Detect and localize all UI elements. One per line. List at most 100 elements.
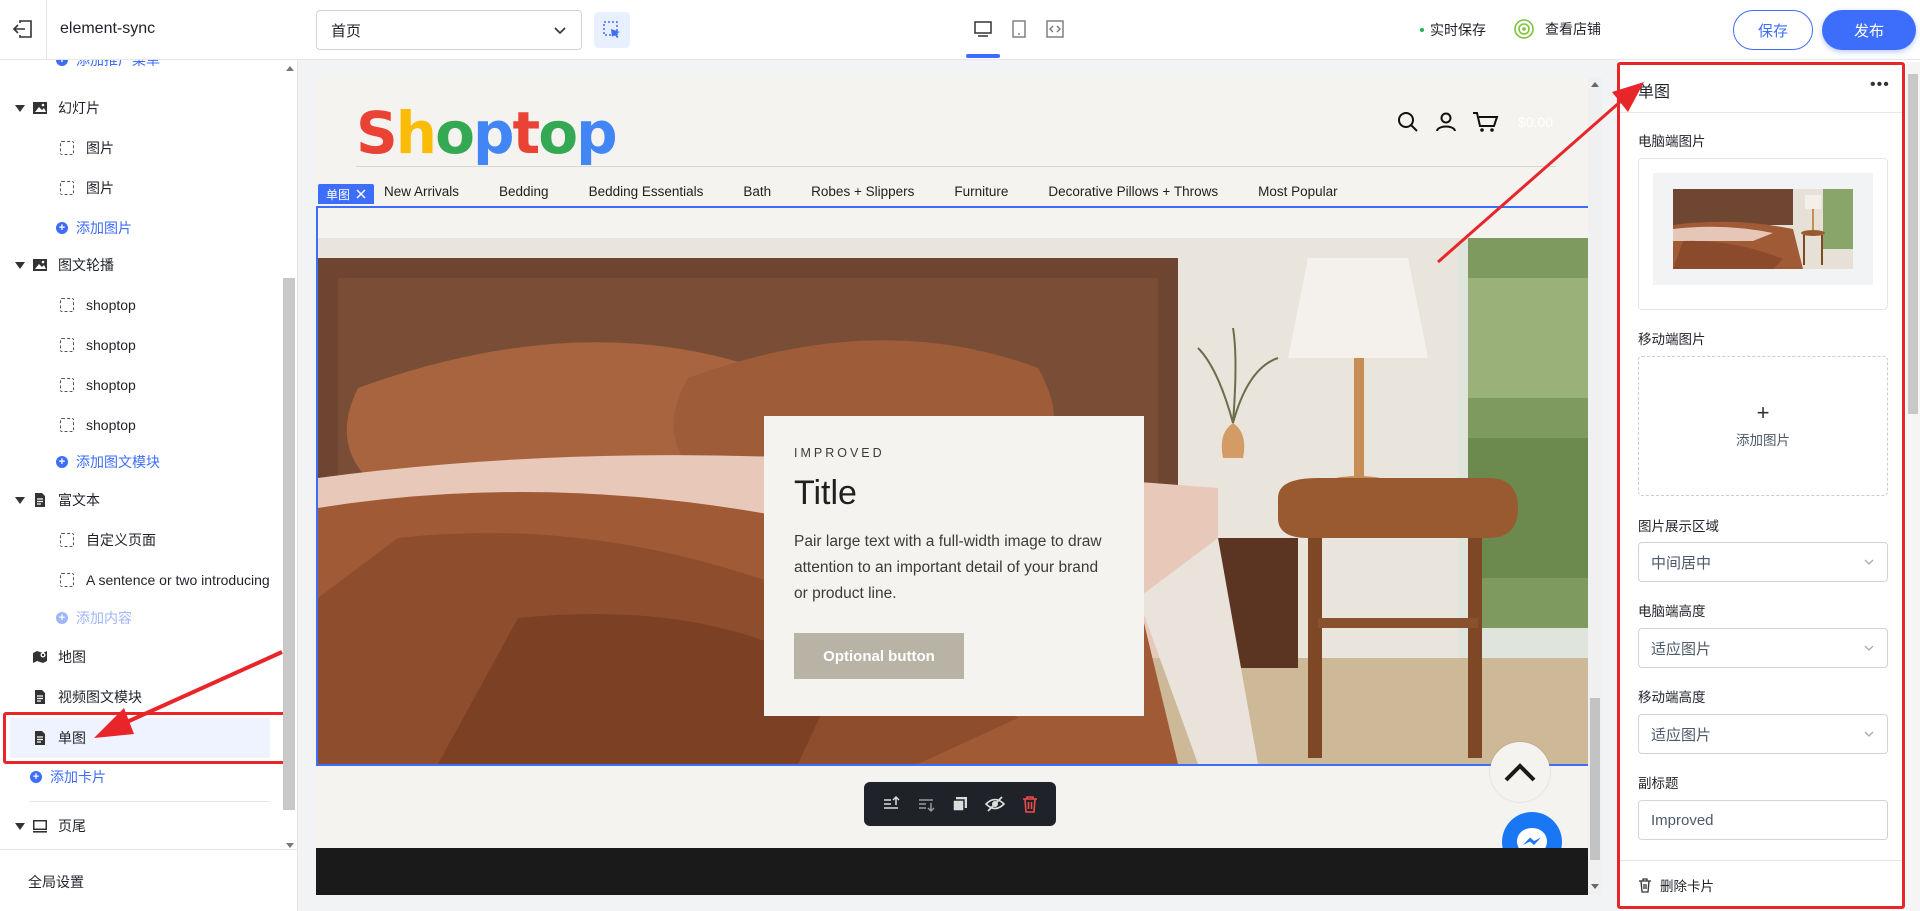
hide-icon[interactable] <box>984 794 1006 814</box>
code-icon <box>1046 20 1064 38</box>
sidebar-scrollbar-thumb[interactable] <box>283 278 295 810</box>
add-image-link[interactable]: + 添加图片 <box>56 208 132 248</box>
cart-total: $0.00 <box>1518 114 1554 130</box>
add-link-label: 添加内容 <box>76 610 132 626</box>
logo-letter: o <box>538 99 578 167</box>
nav-item[interactable]: Bath <box>743 184 771 199</box>
global-settings-bar[interactable]: 全局设置 <box>0 849 297 911</box>
caret-down-icon <box>15 104 25 112</box>
nav-item[interactable]: Robes + Slippers <box>811 184 914 199</box>
nav-item[interactable]: Most Popular <box>1258 184 1338 199</box>
panel-scrollbar-thumb[interactable] <box>1908 74 1918 414</box>
page-icon <box>35 493 45 507</box>
map-icon <box>33 651 47 663</box>
nav-item[interactable]: Furniture <box>954 184 1008 199</box>
selected-block-outline <box>316 206 1590 766</box>
plus-circle-icon: + <box>56 60 68 66</box>
desktop-icon <box>974 21 992 37</box>
view-store-link[interactable]: 查看店铺 <box>1513 18 1601 40</box>
copy-icon[interactable] <box>950 794 970 814</box>
header-icons: $0.00 <box>1396 110 1553 134</box>
status-dot <box>1420 28 1424 32</box>
block-icon <box>60 338 74 352</box>
sidebar-subitem[interactable]: shoptop <box>0 365 280 405</box>
page-select[interactable]: 首页 <box>316 10 582 50</box>
scroll-up-arrow[interactable] <box>286 66 294 71</box>
sidebar-item-slideshow[interactable]: 幻灯片 <box>0 88 280 128</box>
page-select-value: 首页 <box>331 22 362 40</box>
autosave-label: 实时保存 <box>1430 22 1486 38</box>
nav-item[interactable]: Decorative Pillows + Throws <box>1048 184 1218 199</box>
image-icon <box>33 102 47 114</box>
block-icon <box>60 573 74 587</box>
block-icon <box>60 141 74 155</box>
add-promo-menu-link[interactable]: + 添加推广菜单 <box>56 60 160 80</box>
global-settings-label: 全局设置 <box>28 874 84 890</box>
logo-text: Shoptop <box>356 99 618 167</box>
close-icon[interactable] <box>356 189 366 199</box>
preview-scrollbar-thumb[interactable] <box>1590 698 1600 860</box>
store-icon <box>1514 19 1534 39</box>
store-preview: Shoptop $0.00 New Arrivals Bedding Beddi… <box>316 78 1590 895</box>
block-icon <box>60 181 74 195</box>
search-icon[interactable] <box>1396 110 1420 134</box>
exit-button[interactable] <box>10 16 36 42</box>
cart-icon[interactable] <box>1472 110 1500 134</box>
nav-divider <box>356 166 1556 167</box>
sidebar-item-video-module[interactable]: 视频图文模块 <box>0 677 280 717</box>
scroll-up-arrow[interactable] <box>1591 82 1599 87</box>
sidebar-item-label: 页尾 <box>58 818 86 834</box>
sidebar-subitem[interactable]: shoptop <box>0 285 280 325</box>
sidebar-subitem-label: shoptop <box>86 297 136 313</box>
add-image-text-module-link[interactable]: + 添加图文模块 <box>56 442 160 482</box>
add-link-label: 添加图片 <box>76 220 132 236</box>
add-card-link[interactable]: + 添加卡片 <box>30 757 106 797</box>
block-icon <box>60 378 74 392</box>
select-element-button[interactable] <box>594 12 630 48</box>
divider <box>30 801 270 802</box>
publish-button[interactable]: 发布 <box>1822 10 1916 50</box>
move-up-icon[interactable] <box>881 794 901 814</box>
save-button[interactable]: 保存 <box>1733 10 1813 50</box>
sidebar-subitem[interactable]: shoptop <box>0 405 280 445</box>
move-down-icon[interactable] <box>916 794 936 814</box>
desktop-view-button[interactable] <box>966 0 1000 58</box>
nav-item[interactable]: Bedding <box>499 184 549 199</box>
sidebar-subitem[interactable]: 自定义页面 <box>0 520 280 560</box>
exit-icon <box>12 20 32 38</box>
divider <box>46 0 47 60</box>
chevron-up-icon <box>1504 763 1536 782</box>
add-content-link[interactable]: + 添加内容 <box>56 598 132 638</box>
sidebar-item-rich-text[interactable]: 富文本 <box>0 480 280 520</box>
sidebar-subitem-label: shoptop <box>86 377 136 393</box>
sidebar-subitem[interactable]: 图片 <box>0 168 280 208</box>
sidebar-item-image-text-carousel[interactable]: 图文轮播 <box>0 245 280 285</box>
selected-block-tag[interactable]: 单图 <box>318 184 375 204</box>
caret-down-icon <box>15 261 25 269</box>
sidebar-subitem[interactable]: 图片 <box>0 128 280 168</box>
sidebar-item-footer[interactable]: 页尾 <box>0 806 280 846</box>
sidebar-subitem-label: shoptop <box>86 337 136 353</box>
logo-letter: h <box>395 99 437 167</box>
store-logo[interactable]: Shoptop <box>356 88 618 178</box>
user-icon[interactable] <box>1434 110 1458 134</box>
sidebar-subitem[interactable]: shoptop <box>0 325 280 365</box>
sidebar-subitem[interactable]: A sentence or two introducing <box>0 560 280 600</box>
scroll-down-arrow[interactable] <box>1591 884 1599 889</box>
scroll-to-top-button[interactable] <box>1490 742 1550 802</box>
sidebar-item-label: 地图 <box>58 649 86 665</box>
sidebar-item-label: 富文本 <box>58 492 100 508</box>
tablet-view-button[interactable] <box>1008 0 1030 58</box>
nav-item[interactable]: Bedding Essentials <box>589 184 704 199</box>
scroll-down-arrow[interactable] <box>286 843 294 848</box>
code-view-button[interactable] <box>1044 0 1066 58</box>
app-title: element-sync <box>60 20 156 37</box>
tablet-icon <box>1012 20 1026 38</box>
sidebar-item-map[interactable]: 地图 <box>0 637 280 677</box>
add-link-label: 添加推广菜单 <box>76 60 160 68</box>
store-nav: New Arrivals Bedding Bedding Essentials … <box>356 184 1338 199</box>
sidebar-item-label: 图文轮播 <box>58 257 114 273</box>
page-icon <box>35 690 45 704</box>
trash-icon[interactable] <box>1021 794 1039 814</box>
block-icon <box>60 418 74 432</box>
